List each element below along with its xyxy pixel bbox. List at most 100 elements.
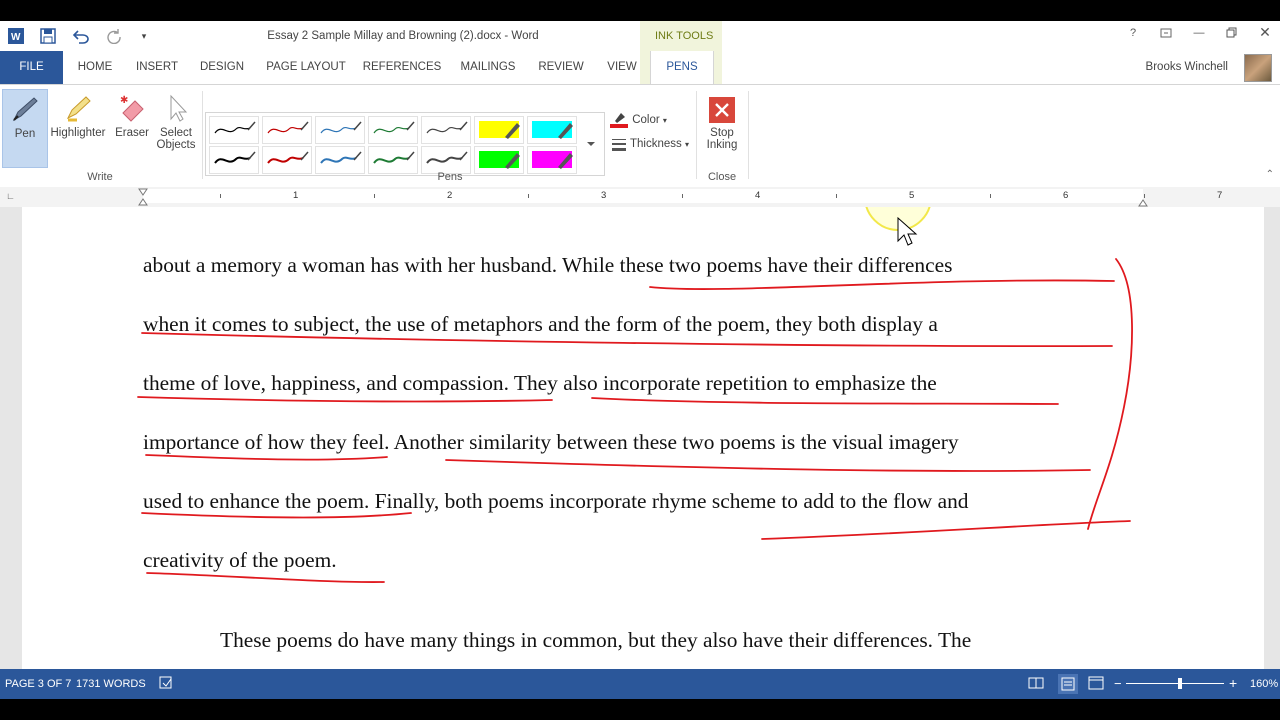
ruler-tick [220, 194, 221, 198]
group-separator [748, 91, 749, 179]
ribbon-tabs: FILE HOME INSERT DESIGN PAGE LAYOUT REFE… [0, 51, 1280, 85]
gallery-more-icon[interactable] [580, 112, 602, 174]
stop-inking-button[interactable]: Stop Inking [700, 89, 744, 166]
restore-icon[interactable] [1221, 27, 1243, 45]
pen-icon [3, 90, 47, 124]
close-window-icon[interactable]: ✕ [1254, 24, 1276, 42]
pen-label: Pen [14, 128, 36, 140]
ink-underline [141, 332, 1113, 348]
ruler-number: 5 [909, 190, 915, 201]
document-page[interactable]: about a memory a woman has with her husb… [22, 207, 1264, 669]
pen-swatch[interactable] [368, 146, 418, 174]
ribbon-pens: Pen Highlighter ✱ Eraser Select Objects … [0, 84, 1280, 188]
horizontal-ruler[interactable]: ∟ 1 2 3 4 5 6 7 [0, 187, 1280, 207]
ruler-tick [990, 194, 991, 198]
ruler-number: 3 [601, 190, 607, 201]
status-bar: PAGE 3 OF 7 1731 WORDS − + 160% [0, 669, 1280, 699]
ink-underline [591, 397, 1059, 405]
ink-bracket [1087, 258, 1133, 530]
pen-swatch[interactable] [262, 146, 312, 174]
minimize-icon[interactable]: — [1188, 27, 1210, 45]
highlighter-label: Highlighter [50, 127, 106, 139]
ruler-tick [528, 194, 529, 198]
pen-swatch[interactable] [421, 116, 471, 144]
thickness-dropdown[interactable]: Thickness ▾ [611, 137, 689, 151]
ribbon-display-options-icon[interactable] [1155, 27, 1177, 45]
svg-text:✱: ✱ [120, 95, 128, 106]
ruler-number: 4 [755, 190, 761, 201]
stop-inking-icon [700, 89, 744, 123]
pen-swatch[interactable] [527, 146, 577, 174]
ruler-tick [1144, 194, 1145, 198]
tab-selector-icon[interactable]: ∟ [6, 191, 15, 201]
tab-page-layout[interactable]: PAGE LAYOUT [262, 51, 350, 84]
word-window: W ▾ Essay 2 Sample Millay and Browning (… [0, 21, 1280, 699]
zoom-level[interactable]: 160% [1250, 678, 1278, 690]
zoom-slider[interactable] [1126, 683, 1224, 684]
tab-design[interactable]: DESIGN [195, 51, 249, 84]
title-bar: W ▾ Essay 2 Sample Millay and Browning (… [0, 21, 1280, 84]
ruler-tick [682, 194, 683, 198]
select-objects-label-2: Objects [156, 139, 196, 151]
stop-inking-label-2: Inking [706, 139, 738, 151]
group-separator [202, 91, 203, 179]
avatar[interactable] [1244, 54, 1272, 82]
ink-underline [649, 279, 1115, 290]
pens-gallery[interactable] [205, 112, 605, 176]
ink-underline [761, 520, 1131, 540]
ink-underline [137, 396, 553, 403]
mouse-pointer-icon [897, 216, 919, 252]
pen-swatch[interactable] [527, 116, 577, 144]
collapse-ribbon-icon[interactable]: ⌃ [1266, 169, 1274, 180]
pen-swatch[interactable] [368, 116, 418, 144]
select-objects-icon [154, 89, 198, 123]
zoom-slider-thumb[interactable] [1178, 678, 1182, 689]
tab-home[interactable]: HOME [70, 51, 120, 84]
pen-swatch[interactable] [209, 146, 259, 174]
web-layout-icon[interactable] [1088, 676, 1104, 693]
pen-swatch[interactable] [262, 116, 312, 144]
tab-view[interactable]: VIEW [600, 51, 644, 84]
eraser-icon: ✱ [110, 89, 154, 123]
ruler-number: 1 [293, 190, 299, 201]
ink-underline [445, 459, 1091, 472]
ink-underline [141, 512, 412, 519]
pen-swatch[interactable] [421, 146, 471, 174]
pen-swatch[interactable] [315, 116, 365, 144]
color-dropdown[interactable]: Color ▾ [609, 112, 667, 128]
highlighter-button[interactable]: Highlighter [50, 89, 106, 166]
page-indicator[interactable]: PAGE 3 OF 7 [5, 678, 71, 690]
ruler-tick [374, 194, 375, 198]
help-icon[interactable]: ? [1122, 27, 1144, 45]
zoom-out-icon[interactable]: − [1114, 676, 1122, 691]
tab-references[interactable]: REFERENCES [362, 51, 442, 84]
read-mode-icon[interactable] [1028, 676, 1044, 693]
tab-mailings[interactable]: MAILINGS [455, 51, 521, 84]
pen-button[interactable]: Pen [2, 89, 48, 168]
ruler-number: 7 [1217, 190, 1223, 201]
tab-review[interactable]: REVIEW [532, 51, 590, 84]
word-count[interactable]: 1731 WORDS [76, 678, 146, 690]
document-area[interactable]: about a memory a woman has with her husb… [0, 207, 1280, 669]
ruler-number: 2 [447, 190, 453, 201]
print-layout-icon[interactable] [1058, 674, 1078, 694]
user-name[interactable]: Brooks Winchell [1146, 61, 1228, 73]
tab-file[interactable]: FILE [0, 51, 63, 84]
select-objects-button[interactable]: Select Objects [154, 89, 198, 166]
zoom-in-icon[interactable]: + [1229, 675, 1237, 691]
pen-swatch[interactable] [209, 116, 259, 144]
color-label: Color [632, 114, 660, 127]
tab-pens[interactable]: PENS [650, 51, 714, 85]
select-objects-label-1: Select [160, 127, 192, 139]
stop-inking-label-1: Stop [710, 127, 734, 139]
pen-swatch[interactable] [315, 146, 365, 174]
eraser-button[interactable]: ✱ Eraser [110, 89, 154, 166]
pen-swatch[interactable] [474, 116, 524, 144]
pen-swatch[interactable] [474, 146, 524, 174]
ink-annotations[interactable] [22, 207, 1264, 669]
proofing-icon[interactable] [159, 676, 173, 693]
tab-insert[interactable]: INSERT [130, 51, 184, 84]
ink-underline [146, 572, 385, 583]
group-close-label: Close [707, 171, 737, 183]
ruler-number: 6 [1063, 190, 1069, 201]
